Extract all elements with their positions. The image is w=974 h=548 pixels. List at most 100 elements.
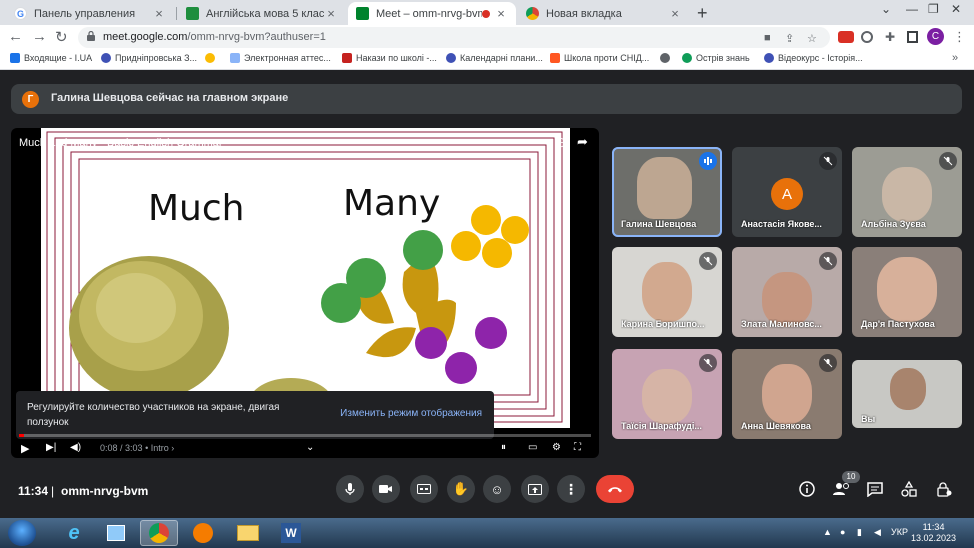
bookmark-label: Календарні плани... <box>460 53 543 63</box>
close-window-icon[interactable]: ✕ <box>951 2 961 16</box>
tab-new-tab[interactable]: Новая вкладка × <box>518 2 690 25</box>
tab-english-class[interactable]: Англійська мова 5 клас × <box>178 2 346 25</box>
raise-hand-button[interactable]: ✋ <box>447 475 475 503</box>
bookmark-item[interactable]: Календарні плани... <box>446 53 543 63</box>
host-controls-icon[interactable] <box>935 480 953 498</box>
site-icon <box>230 53 240 63</box>
word-icon[interactable]: W <box>272 520 310 546</box>
control-panel-icon[interactable] <box>97 520 135 546</box>
captions-icon <box>417 484 431 494</box>
forward-icon[interactable]: → <box>32 28 47 45</box>
minimize-icon[interactable]: — <box>906 2 918 16</box>
bookmark-item[interactable] <box>660 53 674 63</box>
activities-icon[interactable] <box>900 480 918 498</box>
site-icon <box>682 53 692 63</box>
participant-tile[interactable]: Карина Боришпо... <box>612 247 722 337</box>
side-panel-icon[interactable] <box>907 31 918 43</box>
self-view-tile[interactable]: Вы <box>852 360 962 428</box>
tab-meet[interactable]: Meet – omm-nrvg-bvm × <box>348 2 516 25</box>
extension-icon[interactable] <box>861 31 873 43</box>
camera-permission-icon[interactable]: ■ <box>764 32 771 44</box>
share-icon[interactable]: ⇪ <box>785 32 794 45</box>
volume-icon[interactable]: ◀) <box>70 442 81 453</box>
youtube-controls: ▶ ▶| ◀) 0:08 / 3:03 • Intro › ⌄ ⏸ ▭ ⚙ ⛶ <box>11 433 599 458</box>
participant-tile[interactable]: А Анастасія Якове... <box>732 147 842 237</box>
autoplay-toggle[interactable]: ⏸ <box>501 442 506 453</box>
internet-explorer-icon[interactable]: e <box>55 520 93 546</box>
menu-kebab-icon[interactable]: ⋮ <box>953 29 966 45</box>
windows-start-button[interactable] <box>8 520 36 546</box>
avast-icon[interactable] <box>184 520 222 546</box>
address-bar[interactable]: meet.google.com/omm-nrvg-bvm?authuser=1 … <box>78 27 830 48</box>
people-icon[interactable] <box>833 480 851 498</box>
video-progress-track[interactable] <box>19 434 591 437</box>
leave-call-button[interactable] <box>596 475 634 503</box>
speaker-icon[interactable]: ◀ <box>874 527 881 538</box>
reload-icon[interactable]: ↻ <box>55 28 68 46</box>
youtube-share-icon[interactable]: ➦ <box>577 134 588 150</box>
bookmark-item[interactable]: Придніпровська З... <box>101 53 197 63</box>
tab-dashboard[interactable]: G Панель управления × <box>6 2 174 25</box>
more-bookmarks-icon[interactable]: » <box>952 52 958 64</box>
present-screen-button[interactable] <box>521 475 549 503</box>
presenting-banner: Г Галина Шевцова сейчас на главном экран… <box>11 84 962 114</box>
input-language[interactable]: УКР <box>891 527 908 537</box>
participant-tile[interactable]: Злата Малиновс... <box>732 247 842 337</box>
more-options-button[interactable]: ⋮ <box>557 475 585 503</box>
chrome-taskbar-icon[interactable] <box>140 520 178 546</box>
participant-name: Анастасія Якове... <box>741 219 822 229</box>
slide-graphic <box>41 128 570 428</box>
bookmark-item[interactable]: Входящие - I.UA <box>10 53 92 63</box>
participant-tile[interactable]: Анна Шевякова <box>732 349 842 439</box>
tray-app-icon[interactable]: ● <box>840 527 845 537</box>
browser-tab-strip: G Панель управления × Англійська мова 5 … <box>0 0 974 25</box>
clock-separator: | <box>51 484 55 498</box>
file-explorer-icon[interactable] <box>229 520 267 546</box>
next-icon[interactable]: ▶| <box>46 442 56 453</box>
chat-icon[interactable] <box>866 480 884 498</box>
play-icon[interactable]: ▶ <box>21 442 29 455</box>
video-title[interactable]: Much and Many - Basic English Grammar <box>19 137 223 149</box>
watch-later-icon[interactable]: ◷ <box>554 134 565 150</box>
chapters-chevron-icon[interactable]: ⌄ <box>306 442 314 453</box>
network-icon[interactable]: ▮ <box>857 527 862 538</box>
bookmark-item[interactable]: Накази по школі -... <box>342 53 437 63</box>
participant-name: Таїсія Шарафуді... <box>621 421 702 431</box>
subtitles-icon[interactable]: ▭ <box>528 442 537 453</box>
settings-icon[interactable]: ⚙ <box>552 442 561 453</box>
classroom-icon <box>186 7 199 20</box>
bookmark-item[interactable] <box>205 53 219 63</box>
close-tab-icon[interactable]: × <box>494 6 508 21</box>
back-icon[interactable]: ← <box>8 28 23 45</box>
close-tab-icon[interactable]: × <box>668 6 682 21</box>
participant-tile[interactable]: Галина Шевцова <box>612 147 722 237</box>
bookmark-item[interactable]: Відеокурс - Історія... <box>764 53 863 63</box>
tab-search-icon[interactable]: ⌄ <box>881 2 891 16</box>
close-tab-icon[interactable]: × <box>324 6 338 21</box>
bookmark-item[interactable]: Электронная аттес... <box>230 53 331 63</box>
fullscreen-icon[interactable]: ⛶ <box>574 442 581 453</box>
bookmark-item[interactable]: Острів знань <box>682 53 750 63</box>
change-layout-link[interactable]: Изменить режим отображения <box>340 408 482 419</box>
camera-button[interactable] <box>372 475 400 503</box>
url-host: meet.google.com <box>103 31 188 43</box>
bookmark-star-icon[interactable]: ☆ <box>807 32 817 45</box>
meeting-details-icon[interactable] <box>798 480 816 498</box>
new-tab-button[interactable]: + <box>697 3 708 24</box>
participant-tile[interactable]: Таїсія Шарафуді... <box>612 349 722 439</box>
profile-avatar[interactable]: C <box>927 28 944 45</box>
adblock-extension-icon[interactable] <box>838 31 854 43</box>
bookmark-item[interactable]: Школа проти СНІД... <box>550 53 649 63</box>
close-tab-icon[interactable]: × <box>152 6 166 21</box>
tray-arrow-icon[interactable]: ▲ <box>823 527 832 537</box>
taskbar-clock[interactable]: 11:34 13.02.2023 <box>911 522 956 544</box>
participant-tile[interactable]: Дар'я Пастухова <box>852 247 962 337</box>
tab-label: Новая вкладка <box>546 7 622 20</box>
restore-icon[interactable]: ❐ <box>928 2 939 16</box>
reactions-button[interactable]: ☺ <box>483 475 511 503</box>
captions-button[interactable] <box>410 475 438 503</box>
extensions-puzzle-icon[interactable]: ✚ <box>885 30 895 44</box>
video-chapter[interactable]: • Intro › <box>145 443 174 453</box>
participant-tile[interactable]: Альбіна Зуєва <box>852 147 962 237</box>
microphone-button[interactable] <box>336 475 364 503</box>
